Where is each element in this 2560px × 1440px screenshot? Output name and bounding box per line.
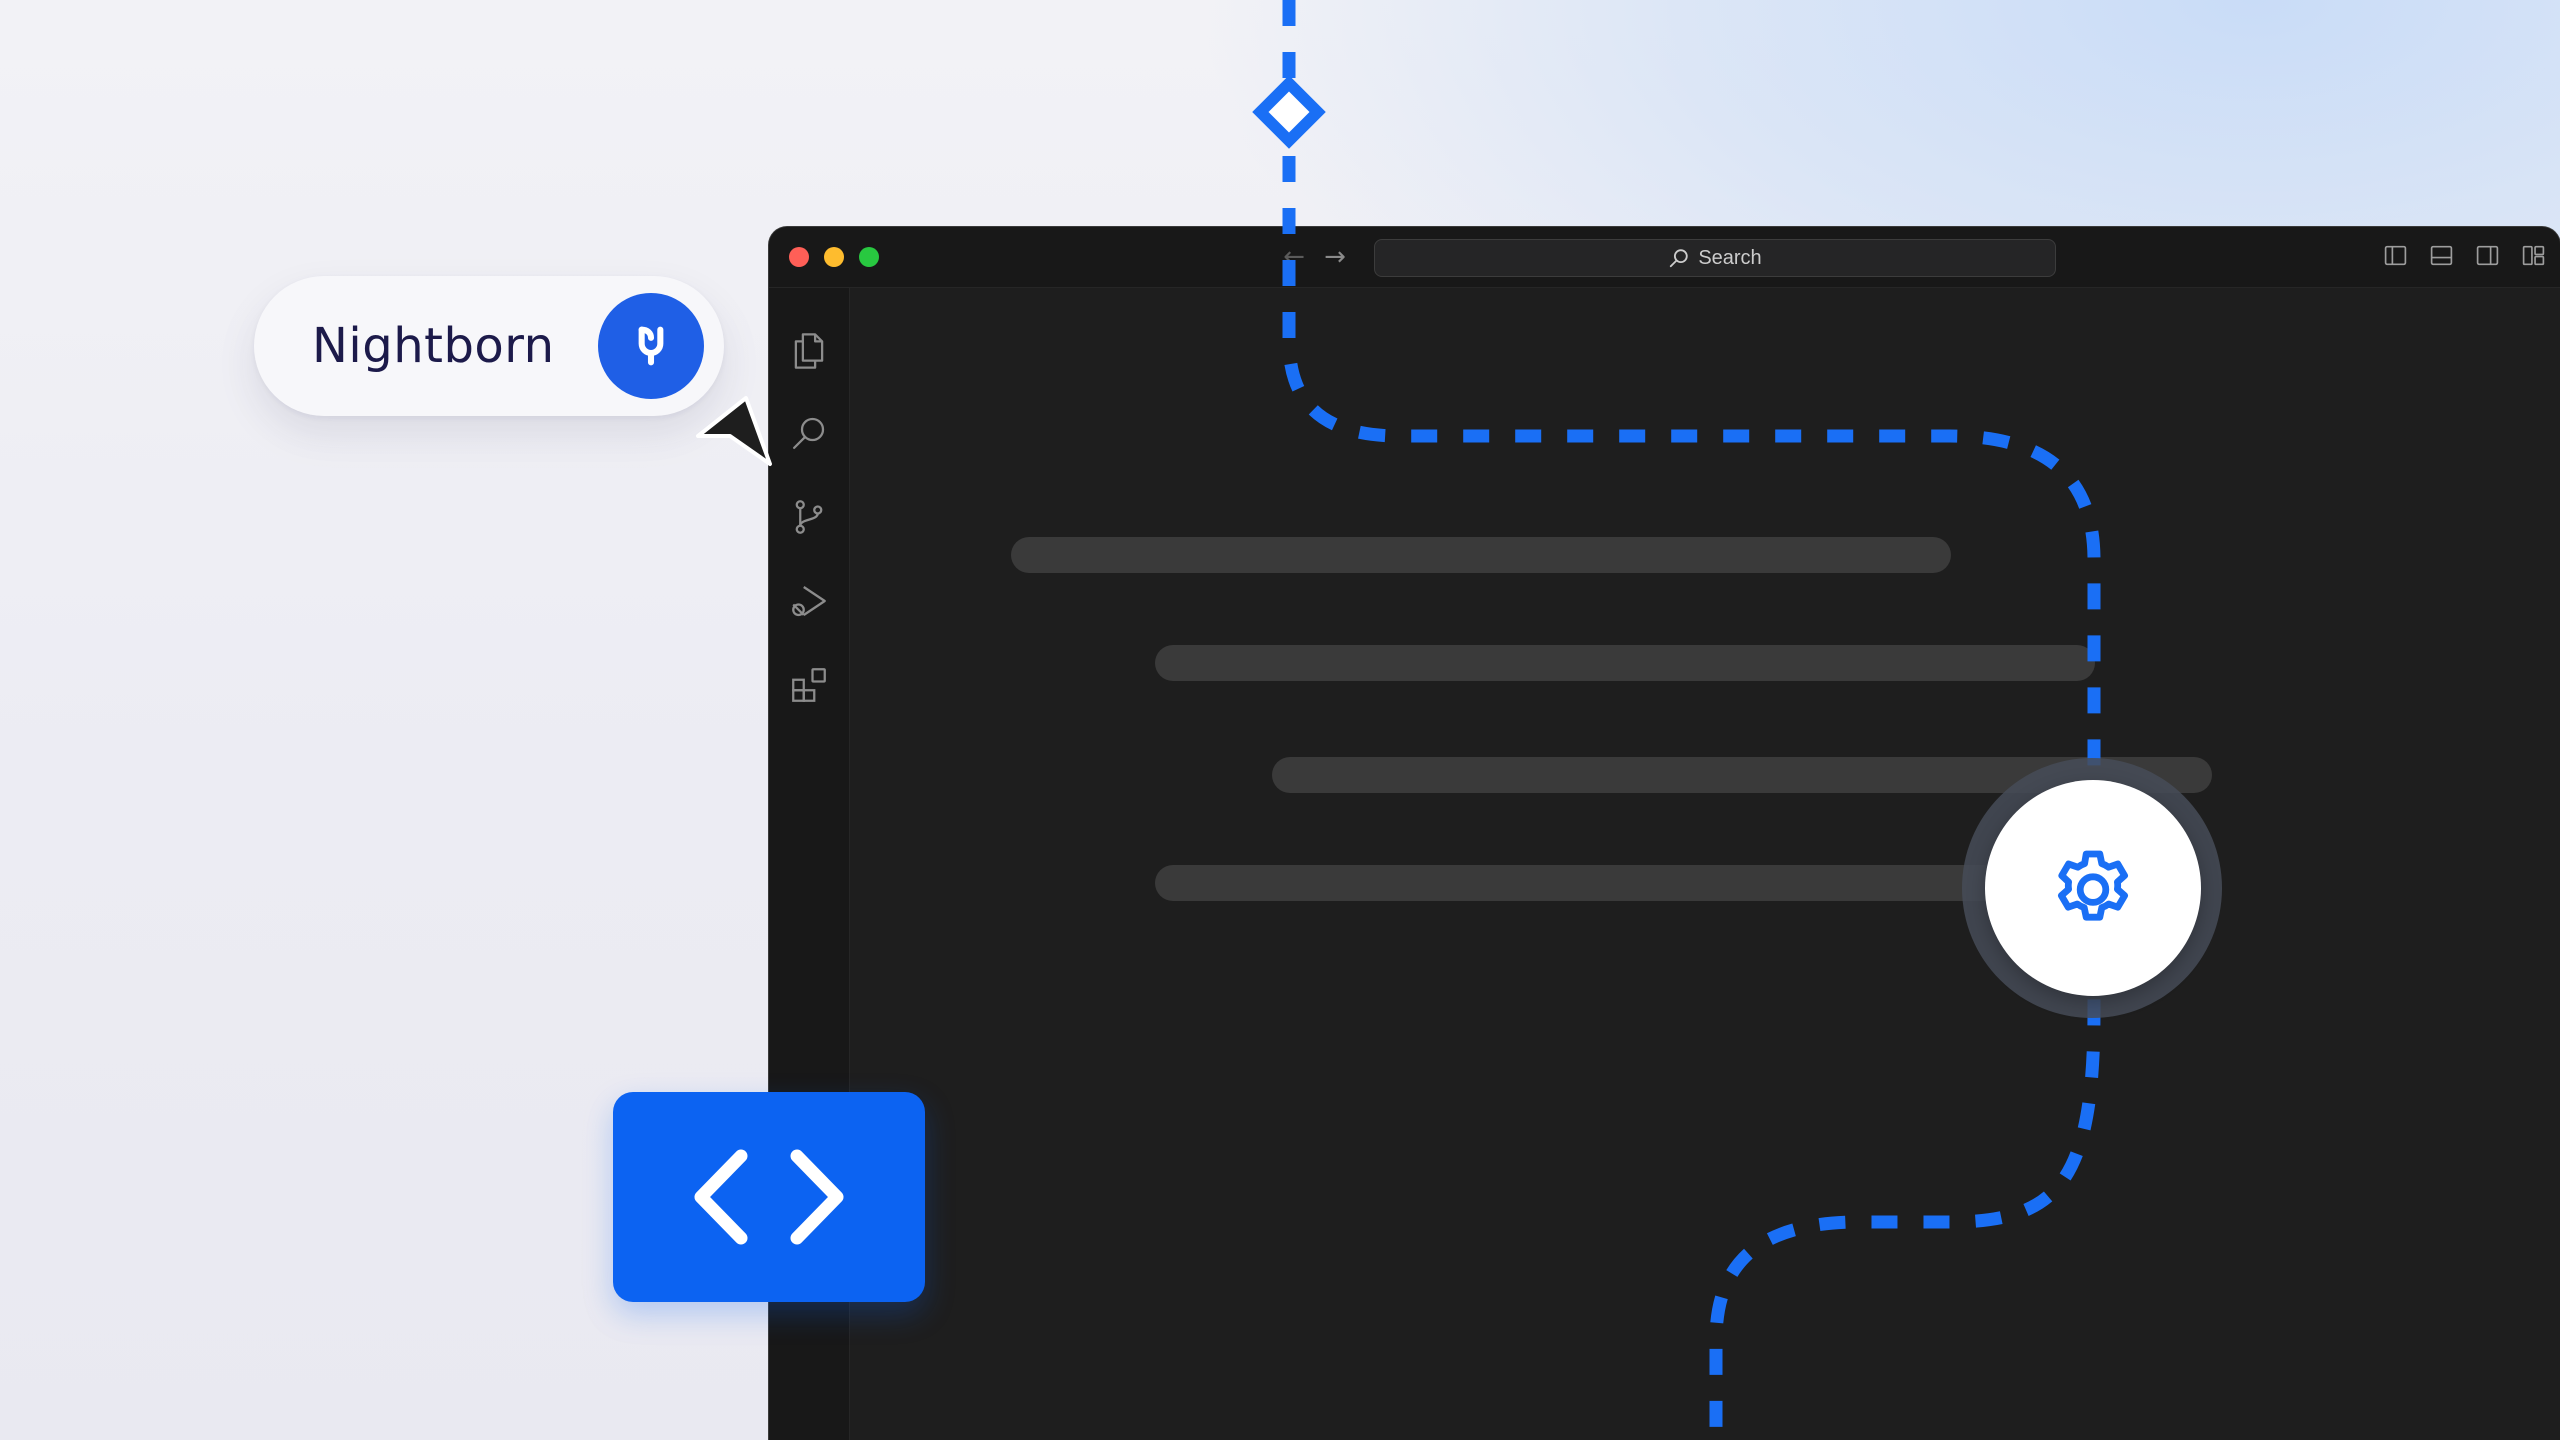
toggle-primary-sidebar-icon[interactable] bbox=[2383, 243, 2408, 268]
search-label: Search bbox=[1698, 246, 1762, 269]
nightborn-logo-icon bbox=[598, 293, 704, 399]
diamond-icon bbox=[1252, 75, 1326, 149]
search-icon[interactable] bbox=[788, 412, 830, 454]
cursor-pointer-icon bbox=[696, 396, 772, 466]
extensions-icon[interactable] bbox=[788, 664, 830, 706]
code-line-placeholder bbox=[1155, 865, 2095, 901]
layout-controls bbox=[2383, 243, 2546, 268]
title-bar: ← → Search bbox=[769, 227, 2560, 288]
toggle-panel-icon[interactable] bbox=[2429, 243, 2454, 268]
editor-window: ← → Search bbox=[769, 227, 2560, 1440]
gear-icon bbox=[2058, 850, 2128, 921]
explorer-icon[interactable] bbox=[788, 330, 830, 372]
source-control-icon[interactable] bbox=[788, 496, 830, 538]
minimize-window-button[interactable] bbox=[824, 247, 844, 267]
code-button[interactable] bbox=[613, 1092, 925, 1302]
user-presence-pill: Nightborn bbox=[254, 276, 724, 416]
customize-layout-icon[interactable] bbox=[2521, 243, 2546, 268]
forward-arrow-icon[interactable]: → bbox=[1317, 239, 1353, 275]
search-icon bbox=[1670, 249, 1689, 268]
settings-node[interactable] bbox=[1985, 780, 2201, 996]
run-and-debug-icon[interactable] bbox=[788, 580, 830, 622]
brand-name: Nightborn bbox=[312, 318, 555, 374]
code-brackets-icon bbox=[694, 1149, 844, 1245]
toggle-secondary-sidebar-icon[interactable] bbox=[2475, 243, 2500, 268]
code-line-placeholder bbox=[1011, 537, 1951, 573]
close-window-button[interactable] bbox=[789, 247, 809, 267]
maximize-window-button[interactable] bbox=[859, 247, 879, 267]
command-search-box[interactable]: Search bbox=[1374, 239, 2056, 277]
code-line-placeholder bbox=[1155, 645, 2095, 681]
back-arrow-icon[interactable]: ← bbox=[1276, 239, 1312, 275]
